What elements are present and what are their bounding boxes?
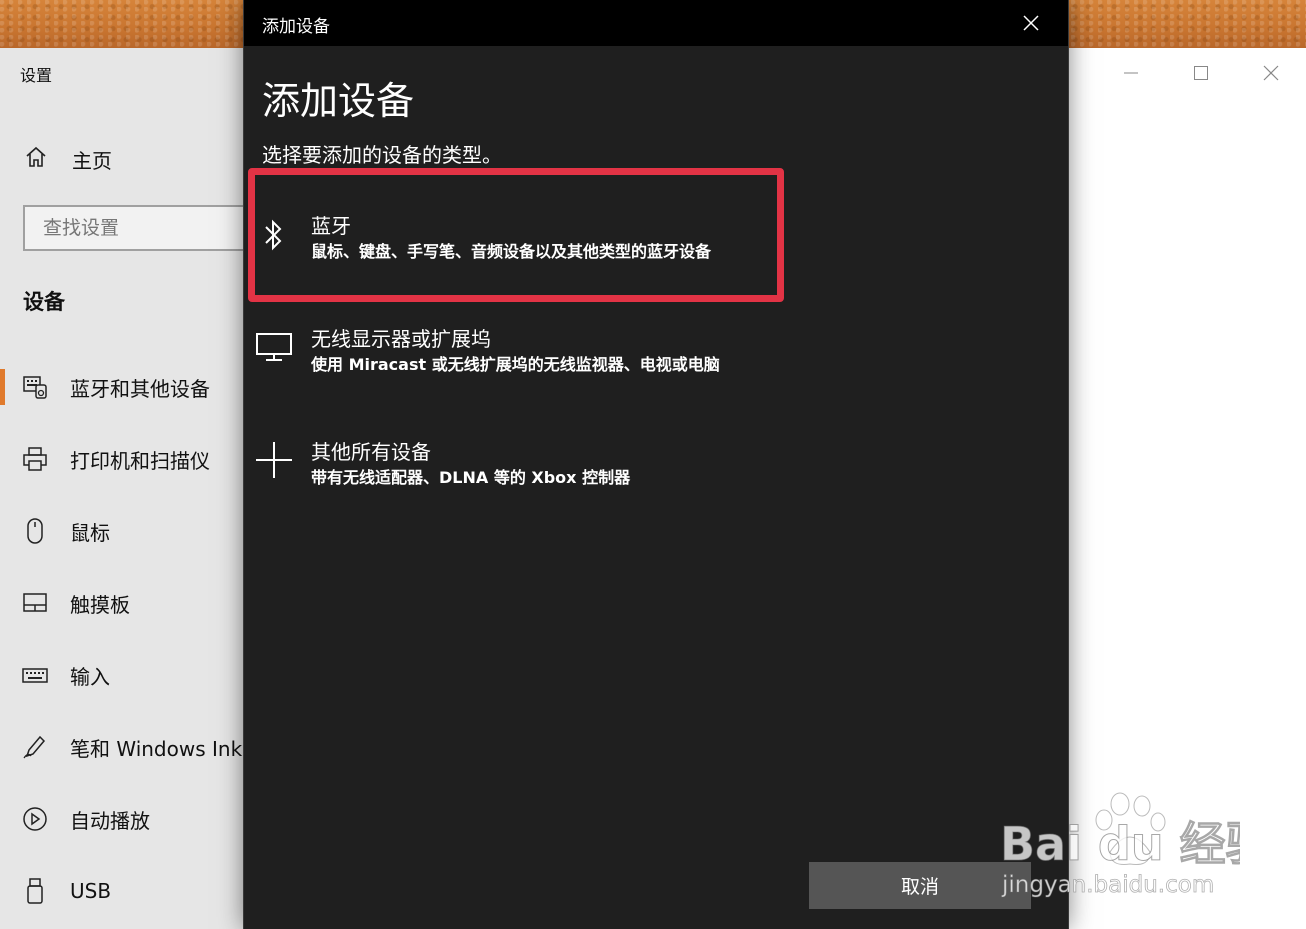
dialog-heading: 添加设备 [262,79,415,123]
option-title: 蓝牙 [311,214,351,238]
option-description: 鼠标、键盘、手写笔、音频设备以及其他类型的蓝牙设备 [311,242,712,261]
minimize-button[interactable] [1096,48,1166,98]
sidebar-item-label: USB [70,879,112,903]
option-wireless-display[interactable]: 无线显示器或扩展坞 使用 Miracast 或无线扩展坞的无线监视器、电视或电脑 [244,323,844,393]
sidebar-item-label: 自动播放 [70,808,150,833]
printer-icon [22,446,48,472]
dialog-titlebar: 添加设备 [244,0,1068,46]
sidebar-item-label: 笔和 Windows Ink [70,736,243,761]
sidebar-item-printers[interactable]: 打印机和扫描仪 [0,437,246,481]
sidebar-item-label: 输入 [70,664,110,689]
sidebar-item-home[interactable]: 主页 [24,144,112,174]
sidebar-item-label: 蓝牙和其他设备 [70,376,210,401]
option-everything-else[interactable]: 其他所有设备 带有无线适配器、DLNA 等的 Xbox 控制器 [244,436,844,506]
option-description: 带有无线适配器、DLNA 等的 Xbox 控制器 [311,468,631,487]
cancel-button[interactable]: 取消 [809,862,1031,909]
search-input[interactable] [41,216,253,240]
plus-icon [254,440,294,480]
option-description: 使用 Miracast 或无线扩展坞的无线监视器、电视或电脑 [311,355,720,374]
option-bluetooth[interactable]: 蓝牙 鼠标、键盘、手写笔、音频设备以及其他类型的蓝牙设备 [244,210,844,280]
pen-icon [22,734,48,760]
sidebar-item-label: 打印机和扫描仪 [70,448,210,473]
autoplay-icon [22,806,48,832]
sidebar-item-touchpad[interactable]: 触摸板 [0,581,246,625]
maximize-button[interactable] [1166,48,1236,98]
option-title: 无线显示器或扩展坞 [311,327,491,351]
usb-icon [22,878,48,904]
sidebar-item-bluetooth-devices[interactable]: 蓝牙和其他设备 [0,365,246,409]
settings-window-title: 设置 [20,66,53,85]
sidebar-item-label: 触摸板 [70,592,130,617]
bluetooth-devices-icon [22,374,48,400]
close-window-button[interactable] [1236,48,1306,98]
minimize-icon [1124,72,1138,74]
monitor-icon [254,327,294,367]
home-icon [24,145,48,173]
section-heading: 设备 [23,290,65,314]
option-title: 其他所有设备 [311,440,431,464]
sidebar-item-label: 鼠标 [70,520,110,545]
sidebar-item-pen[interactable]: 笔和 Windows Ink [0,725,246,769]
settings-sidebar: 设置 主页 设备 蓝牙和其他设备 打印机和扫描仪 [0,48,255,929]
sidebar-item-mouse[interactable]: 鼠标 [0,509,246,553]
add-device-dialog: 添加设备 添加设备 选择要添加的设备的类型。 蓝牙 鼠标、键盘、手写笔、音频设备… [244,0,1068,929]
sidebar-item-typing[interactable]: 输入 [0,653,246,697]
dialog-close-button[interactable] [1014,6,1048,40]
sidebar-item-autoplay[interactable]: 自动播放 [0,797,246,841]
touchpad-icon [22,590,48,616]
home-label: 主页 [72,148,112,173]
close-icon [1023,15,1039,31]
keyboard-icon [22,662,48,688]
close-icon [1263,65,1279,81]
dialog-subtitle: 选择要添加的设备的类型。 [262,143,502,167]
mouse-icon [22,518,48,544]
sidebar-item-usb[interactable]: USB [0,869,246,913]
window-controls [1096,48,1306,98]
dialog-titlebar-text: 添加设备 [262,17,330,37]
bluetooth-icon [254,215,294,255]
maximize-icon [1194,66,1208,80]
search-box[interactable] [23,205,255,251]
